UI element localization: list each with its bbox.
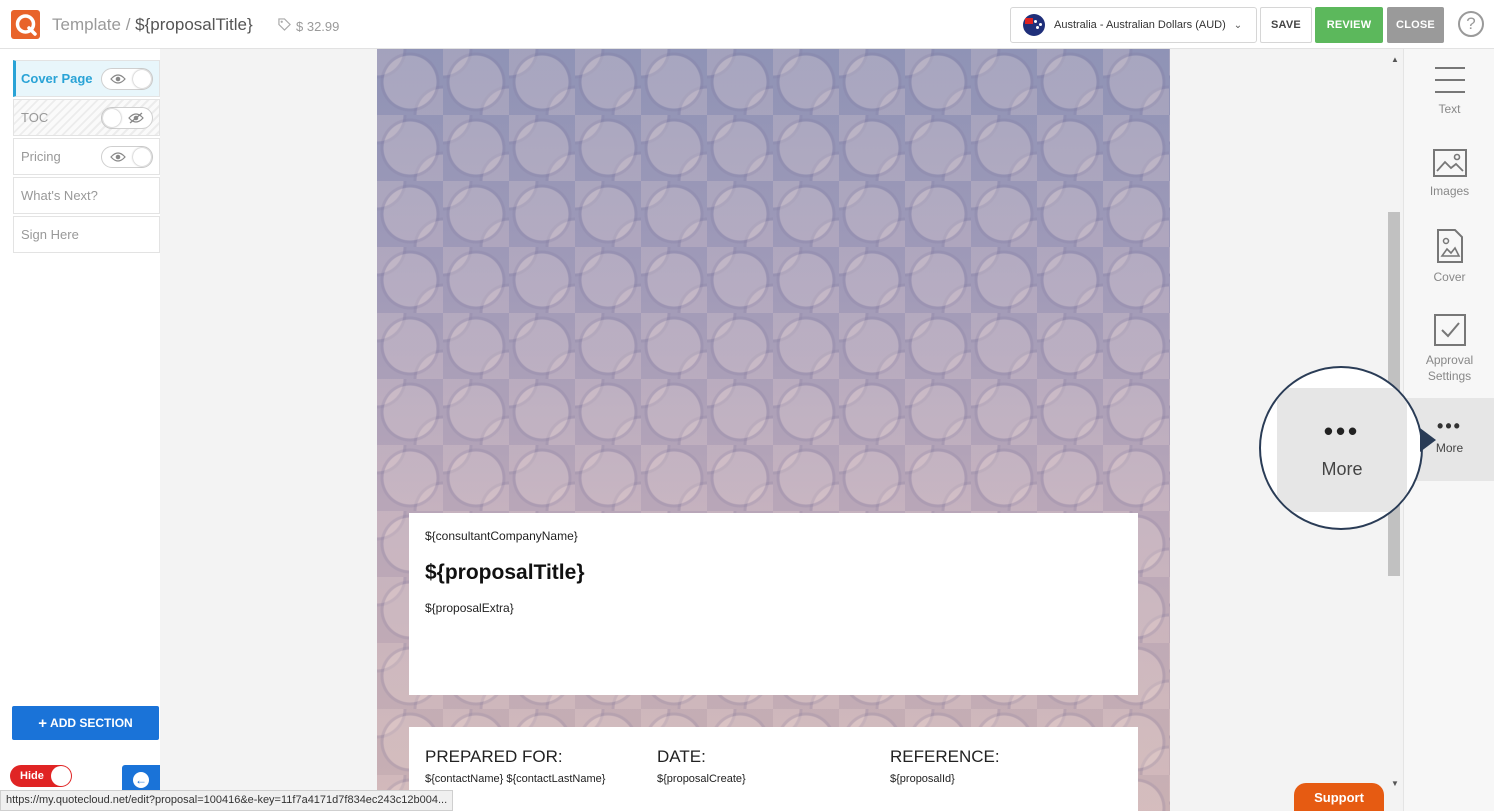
checkbox-icon — [1404, 314, 1494, 346]
breadcrumb-root[interactable]: Template — [52, 15, 121, 34]
toggle-knob — [51, 766, 71, 786]
section-label: Sign Here — [21, 227, 79, 242]
prepared-for-heading[interactable]: PREPARED FOR: — [425, 747, 605, 767]
section-label: Cover Page — [21, 71, 93, 86]
arrow-left-icon: ← — [133, 772, 149, 788]
date-heading[interactable]: DATE: — [657, 747, 746, 767]
add-section-button[interactable]: + ADD SECTION — [12, 706, 159, 740]
reference-column: REFERENCE: ${proposalId} — [890, 747, 1000, 785]
support-button[interactable]: Support — [1294, 783, 1384, 811]
visibility-toggle[interactable] — [101, 107, 153, 129]
hide-toggle[interactable]: Hide — [10, 765, 72, 787]
tool-cover[interactable]: Cover — [1404, 229, 1494, 285]
proposal-extra[interactable]: ${proposalExtra} — [425, 601, 1122, 615]
company-name[interactable]: ${consultantCompanyName} — [425, 529, 1122, 543]
cover-page-document[interactable]: ${consultantCompanyName} ${proposalTitle… — [377, 49, 1170, 811]
cover-info-box[interactable]: PREPARED FOR: ${contactName} ${contactLa… — [409, 727, 1138, 811]
toggle-knob — [103, 109, 121, 127]
tool-images[interactable]: Images — [1404, 149, 1494, 199]
hide-toggle-label: Hide — [20, 770, 44, 782]
section-label: Pricing — [21, 149, 61, 164]
tool-cover-label: Cover — [1433, 270, 1466, 284]
plus-icon: + — [38, 714, 48, 732]
section-label: What's Next? — [21, 188, 98, 203]
section-item-sign-here[interactable]: Sign Here — [13, 216, 160, 253]
currency-select[interactable]: Australia - Australian Dollars (AUD) ⌄ — [1010, 7, 1257, 43]
tool-images-label: Images — [1429, 184, 1470, 198]
tool-approval-label: Approval Settings — [1425, 353, 1474, 383]
scroll-up-arrow-icon[interactable]: ▲ — [1391, 55, 1399, 64]
top-bar: Template / ${proposalTitle} $ 32.99 Aust… — [0, 0, 1494, 49]
text-lines-icon — [1404, 65, 1494, 95]
cover-title-box[interactable]: ${consultantCompanyName} ${proposalTitle… — [409, 513, 1138, 695]
eye-slash-icon — [128, 112, 144, 127]
magnified-more-button: ••• More — [1277, 388, 1407, 512]
australia-flag-icon — [1023, 14, 1045, 36]
section-sidebar: Cover Page TOC Pricing What's Next? Sign… — [0, 49, 160, 811]
visibility-toggle[interactable] — [101, 68, 153, 90]
prepared-for-value[interactable]: ${contactName} ${contactLastName} — [425, 773, 605, 785]
scroll-down-arrow-icon[interactable]: ▼ — [1391, 779, 1399, 788]
price-value: $ 32.99 — [296, 18, 340, 34]
close-button[interactable]: CLOSE — [1387, 7, 1444, 43]
section-label: TOC — [21, 110, 49, 125]
image-icon — [1404, 149, 1494, 177]
tool-text[interactable]: Text — [1404, 65, 1494, 117]
breadcrumb-separator: / — [120, 15, 136, 34]
visibility-toggle[interactable] — [101, 146, 153, 168]
tool-text-label: Text — [1438, 102, 1461, 116]
breadcrumb: Template / ${proposalTitle} — [52, 15, 253, 35]
section-item-whats-next[interactable]: What's Next? — [13, 177, 160, 214]
magnified-more-label: More — [1321, 458, 1363, 479]
reference-value[interactable]: ${proposalId} — [890, 773, 1000, 785]
page-title[interactable]: ${proposalTitle} — [135, 15, 253, 34]
reference-heading[interactable]: REFERENCE: — [890, 747, 1000, 767]
date-column: DATE: ${proposalCreate} — [657, 747, 746, 785]
callout-pointer — [1420, 428, 1436, 452]
prepared-for-column: PREPARED FOR: ${contactName} ${contactLa… — [425, 747, 605, 785]
tool-approval-settings[interactable]: Approval Settings — [1404, 314, 1494, 384]
cover-page-icon — [1404, 229, 1494, 263]
date-value[interactable]: ${proposalCreate} — [657, 773, 746, 785]
currency-select-label: Australia - Australian Dollars (AUD) — [1054, 19, 1226, 31]
app-window: Template / ${proposalTitle} $ 32.99 Aust… — [0, 0, 1494, 811]
price-tag: $ 32.99 — [278, 18, 339, 34]
magnifier-callout: ••• More — [1259, 366, 1423, 530]
section-item-toc[interactable]: TOC — [13, 99, 160, 136]
eye-icon — [110, 73, 126, 88]
section-item-cover-page[interactable]: Cover Page — [13, 60, 160, 97]
tag-icon — [278, 18, 291, 34]
chevron-down-icon: ⌄ — [1233, 19, 1243, 31]
add-section-label: ADD SECTION — [50, 716, 133, 730]
proposal-title[interactable]: ${proposalTitle} — [425, 561, 1122, 585]
status-bar-url: https://my.quotecloud.net/edit?proposal=… — [0, 790, 454, 811]
section-item-pricing[interactable]: Pricing — [13, 138, 160, 175]
toggle-knob — [133, 70, 151, 88]
quotecloud-logo[interactable] — [11, 10, 40, 39]
save-button[interactable]: SAVE — [1260, 7, 1312, 43]
toggle-knob — [133, 148, 151, 166]
help-icon[interactable]: ? — [1458, 11, 1484, 37]
eye-icon — [110, 151, 126, 166]
more-dots-icon: ••• — [1323, 415, 1361, 446]
review-button[interactable]: REVIEW — [1315, 7, 1383, 43]
